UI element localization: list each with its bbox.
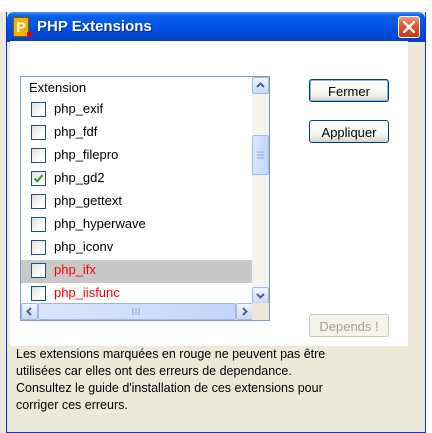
horizontal-scrollbar[interactable] [21, 303, 253, 320]
close-icon [403, 21, 415, 33]
list-item-label: php_hyperwave [54, 216, 146, 231]
checkbox[interactable] [31, 240, 46, 255]
list-item-label: php_iisfunc [54, 285, 120, 300]
list-items: php_exif php_fdf php_filepro php_gd2 php… [21, 99, 253, 305]
list-item-label: php_iconv [54, 239, 114, 254]
scroll-down-button[interactable] [252, 287, 269, 304]
vertical-scrollbar[interactable] [252, 77, 269, 304]
background-window-fragment [0, 0, 40, 12]
list-item[interactable]: php_fdf [21, 122, 253, 145]
app-icon: P [13, 17, 32, 37]
title-bar[interactable]: P PHP Extensions [7, 12, 425, 42]
list-item-label: php_exif [54, 101, 104, 116]
list-item[interactable]: php_iconv [21, 237, 253, 260]
grip-icon [257, 151, 264, 159]
scrollbar-corner [252, 303, 269, 320]
description-line: Les extensions marquées en rouge ne peuv… [16, 347, 326, 361]
list-header: Extension [29, 80, 87, 95]
checkbox[interactable] [31, 194, 46, 209]
close-window-button[interactable] [398, 16, 420, 38]
list-item-label: php_fdf [54, 124, 98, 139]
list-item-selected[interactable]: php_ifx [21, 260, 253, 283]
list-item-label: php_gd2 [54, 170, 105, 185]
list-item[interactable]: php_hyperwave [21, 214, 253, 237]
checkbox[interactable] [31, 102, 46, 117]
description-line: utilisées car elles ont des erreurs de d… [16, 364, 292, 378]
window-title: PHP Extensions [37, 18, 152, 35]
scroll-left-button[interactable] [21, 303, 38, 320]
list-item[interactable]: php_gd2 [21, 168, 253, 191]
apply-button[interactable]: Appliquer [309, 120, 389, 143]
checkmark-icon [33, 174, 44, 183]
arrow-down-icon [256, 293, 265, 299]
arrow-right-icon [242, 307, 248, 316]
list-item-label: php_filepro [54, 147, 119, 162]
list-item[interactable]: php_gettext [21, 191, 253, 214]
arrow-left-icon [26, 307, 32, 316]
list-item-label: php_ifx [54, 262, 96, 277]
scroll-right-button[interactable] [236, 303, 253, 320]
checkbox[interactable] [31, 286, 46, 301]
checkbox[interactable] [31, 263, 46, 278]
scroll-thumb[interactable] [252, 135, 269, 175]
scroll-up-button[interactable] [252, 77, 269, 94]
checkbox[interactable] [31, 217, 46, 232]
description-line: corriger ces erreurs. [16, 398, 128, 412]
checkbox[interactable] [31, 125, 46, 140]
horizontal-scroll-thumb[interactable] [38, 303, 236, 320]
description-line: Consultez le guide d'installation de ces… [16, 381, 323, 395]
list-item[interactable]: php_filepro [21, 145, 253, 168]
arrow-up-icon [256, 82, 265, 88]
checkbox[interactable] [31, 148, 46, 163]
extension-list[interactable]: Extension php_exif php_fdf php_filepro p… [20, 76, 270, 321]
depends-button[interactable]: Depends ! [309, 314, 389, 337]
description-text: Les extensions marquées en rouge ne peuv… [16, 346, 416, 414]
checkbox-checked[interactable] [31, 171, 46, 186]
list-item[interactable]: php_iisfunc [21, 283, 253, 305]
list-item-label: php_gettext [54, 193, 122, 208]
grip-icon [132, 308, 140, 315]
list-item[interactable]: php_exif [21, 99, 253, 122]
close-button[interactable]: Fermer [309, 79, 389, 102]
